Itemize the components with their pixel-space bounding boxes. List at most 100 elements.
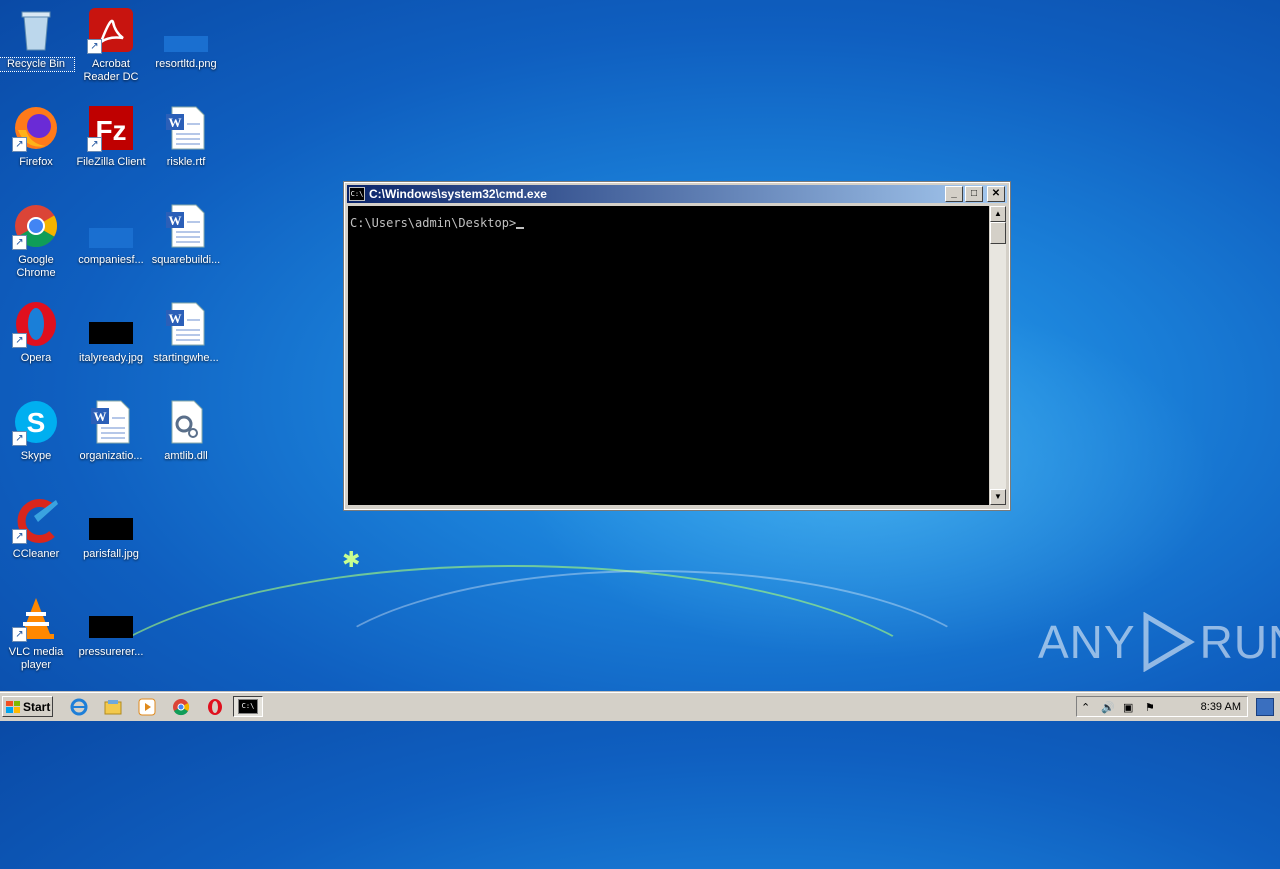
desktop-icon-pressurerer[interactable]: pressurerer... xyxy=(73,594,149,659)
desktop-icon-parisfall[interactable]: parisfall.jpg xyxy=(73,496,149,561)
desktop-icon-startingwhe[interactable]: W startingwhe... xyxy=(148,300,224,365)
system-tray: ⌃ 🔊 ▣ ⚑ 8:39 AM xyxy=(1076,696,1248,717)
ccleaner-icon: ↗ xyxy=(12,496,60,544)
show-desktop-button[interactable] xyxy=(1256,698,1274,716)
cmd-taskbar-icon: C:\ xyxy=(238,699,258,714)
desktop-icon-amtlib[interactable]: amtlib.dll xyxy=(148,398,224,463)
desktop-icon-vlc[interactable]: ↗ VLC media player xyxy=(0,594,74,672)
opera-icon: ↗ xyxy=(12,300,60,348)
window-titlebar[interactable]: C:\ C:\Windows\system32\cmd.exe _ □ ✕ xyxy=(347,185,1007,203)
file-explorer-icon[interactable] xyxy=(104,698,122,716)
image-file-icon xyxy=(162,6,210,54)
chrome-icon: ↗ xyxy=(12,202,60,250)
shortcut-arrow-icon: ↗ xyxy=(12,431,27,446)
cmd-window[interactable]: C:\ C:\Windows\system32\cmd.exe _ □ ✕ C:… xyxy=(343,181,1011,511)
desktop-icon-label: organizatio... xyxy=(79,450,143,462)
scroll-down-button[interactable]: ▼ xyxy=(990,489,1006,505)
desktop-icon-squarebuildi[interactable]: W squarebuildi... xyxy=(148,202,224,267)
desktop-icon-google-chrome[interactable]: ↗ Google Chrome xyxy=(0,202,74,280)
desktop-icon-label: startingwhe... xyxy=(153,352,219,364)
taskbar-cmd-button[interactable]: C:\ xyxy=(233,696,263,717)
windows-flag-icon xyxy=(6,700,20,713)
desktop-icon-organizatio[interactable]: W organizatio... xyxy=(73,398,149,463)
chrome-taskbar-icon[interactable] xyxy=(172,698,190,716)
desktop-icon-riskle[interactable]: W riskle.rtf xyxy=(148,104,224,169)
maximize-button[interactable]: □ xyxy=(965,186,983,202)
desktop-icon-label: squarebuildi... xyxy=(151,254,221,266)
desktop-icon-acrobat[interactable]: ↗ Acrobat Reader DC xyxy=(73,6,149,84)
desktop-icon-recycle-bin[interactable]: Recycle Bin xyxy=(0,6,75,72)
desktop-icon-companiesf[interactable]: companiesf... xyxy=(73,202,149,267)
internet-explorer-icon[interactable] xyxy=(70,698,88,716)
text-cursor xyxy=(516,227,525,229)
desktop-icon-label: riskle.rtf xyxy=(166,156,206,168)
desktop-icon-label: resortltd.png xyxy=(155,58,217,70)
image-thumbnail-icon xyxy=(87,300,135,348)
svg-text:W: W xyxy=(169,213,182,228)
minimize-button[interactable]: _ xyxy=(945,186,963,202)
desktop-icon-label: FileZilla Client xyxy=(76,156,146,168)
shortcut-arrow-icon: ↗ xyxy=(12,235,27,250)
desktop-icon-label: companiesf... xyxy=(78,254,144,266)
network-icon[interactable]: ▣ xyxy=(1123,701,1133,714)
desktop-icon-label: Google Chrome xyxy=(16,254,56,279)
watermark-right-text: RUN xyxy=(1199,616,1280,668)
desktop-icon-ccleaner[interactable]: ↗ CCleaner xyxy=(0,496,74,561)
firefox-icon: ↗ xyxy=(12,104,60,152)
desktop-icon-firefox[interactable]: ↗ Firefox xyxy=(0,104,74,169)
image-file-icon xyxy=(87,202,135,250)
start-button[interactable]: Start xyxy=(2,696,53,717)
word-document-icon: W xyxy=(162,104,210,152)
desktop-icon-label: Recycle Bin xyxy=(0,57,75,72)
shortcut-arrow-icon: ↗ xyxy=(87,137,102,152)
vlc-cone-icon: ↗ xyxy=(12,594,60,642)
opera-taskbar-icon[interactable] xyxy=(206,698,224,716)
desktop-icon-label: Acrobat Reader DC xyxy=(83,58,139,83)
action-center-flag-icon[interactable]: ⚑ xyxy=(1145,701,1155,714)
dll-settings-file-icon xyxy=(162,398,210,446)
desktop-icon-label: Firefox xyxy=(19,156,53,168)
watermark-left-text: ANY xyxy=(1038,616,1136,668)
desktop-icon-label: parisfall.jpg xyxy=(83,548,139,560)
desktop-icon-filezilla[interactable]: Fz ↗ FileZilla Client xyxy=(73,104,149,169)
anyrun-watermark: ANY RUN xyxy=(1038,612,1280,672)
media-player-icon[interactable] xyxy=(138,698,156,716)
volume-icon[interactable]: 🔊 xyxy=(1101,701,1115,714)
desktop-icon-italyready[interactable]: italyready.jpg xyxy=(73,300,149,365)
vertical-scrollbar[interactable]: ▲ ▼ xyxy=(990,206,1006,505)
close-button[interactable]: ✕ xyxy=(987,186,1005,202)
window-title: C:\Windows\system32\cmd.exe xyxy=(369,187,547,201)
desktop-icon-skype[interactable]: S ↗ Skype xyxy=(0,398,74,463)
filezilla-icon: Fz ↗ xyxy=(87,104,135,152)
recycle-bin-icon xyxy=(12,6,60,54)
console-output[interactable]: C:\Users\admin\Desktop> xyxy=(348,206,989,505)
clock[interactable]: 8:39 AM xyxy=(1201,701,1241,713)
svg-text:W: W xyxy=(169,311,182,326)
shortcut-arrow-icon: ↗ xyxy=(87,39,102,54)
shortcut-arrow-icon: ↗ xyxy=(12,137,27,152)
svg-text:W: W xyxy=(94,409,107,424)
desktop-icon-label: italyready.jpg xyxy=(79,352,143,364)
word-document-icon: W xyxy=(87,398,135,446)
desktop-icon-label: VLC media player xyxy=(8,646,64,671)
command-prompt: C:\Users\admin\Desktop> xyxy=(350,216,517,230)
start-label: Start xyxy=(23,699,51,714)
desktop-icon-label: Skype xyxy=(20,450,52,462)
image-thumbnail-icon xyxy=(87,594,135,642)
show-hidden-icons-chevron-icon[interactable]: ⌃ xyxy=(1081,701,1090,714)
image-thumbnail-icon xyxy=(87,496,135,544)
desktop-icon-label: CCleaner xyxy=(12,548,60,560)
desktop-icon-label: pressurerer... xyxy=(78,646,144,658)
svg-text:S: S xyxy=(27,407,46,438)
acrobat-icon: ↗ xyxy=(87,6,135,54)
desktop-icon-label: Opera xyxy=(20,352,52,364)
play-logo-icon xyxy=(1143,612,1195,672)
cmd-app-icon: C:\ xyxy=(349,187,365,201)
word-document-icon: W xyxy=(162,202,210,250)
desktop-icon-label: amtlib.dll xyxy=(164,450,208,462)
taskbar: Start C:\ ⌃ 🔊 ▣ ⚑ 8:39 AM xyxy=(0,692,1280,721)
desktop-icon-resortltd[interactable]: resortltd.png xyxy=(148,6,224,71)
scroll-up-button[interactable]: ▲ xyxy=(990,206,1006,222)
scroll-thumb[interactable] xyxy=(990,222,1006,244)
desktop-icon-opera[interactable]: ↗ Opera xyxy=(0,300,74,365)
